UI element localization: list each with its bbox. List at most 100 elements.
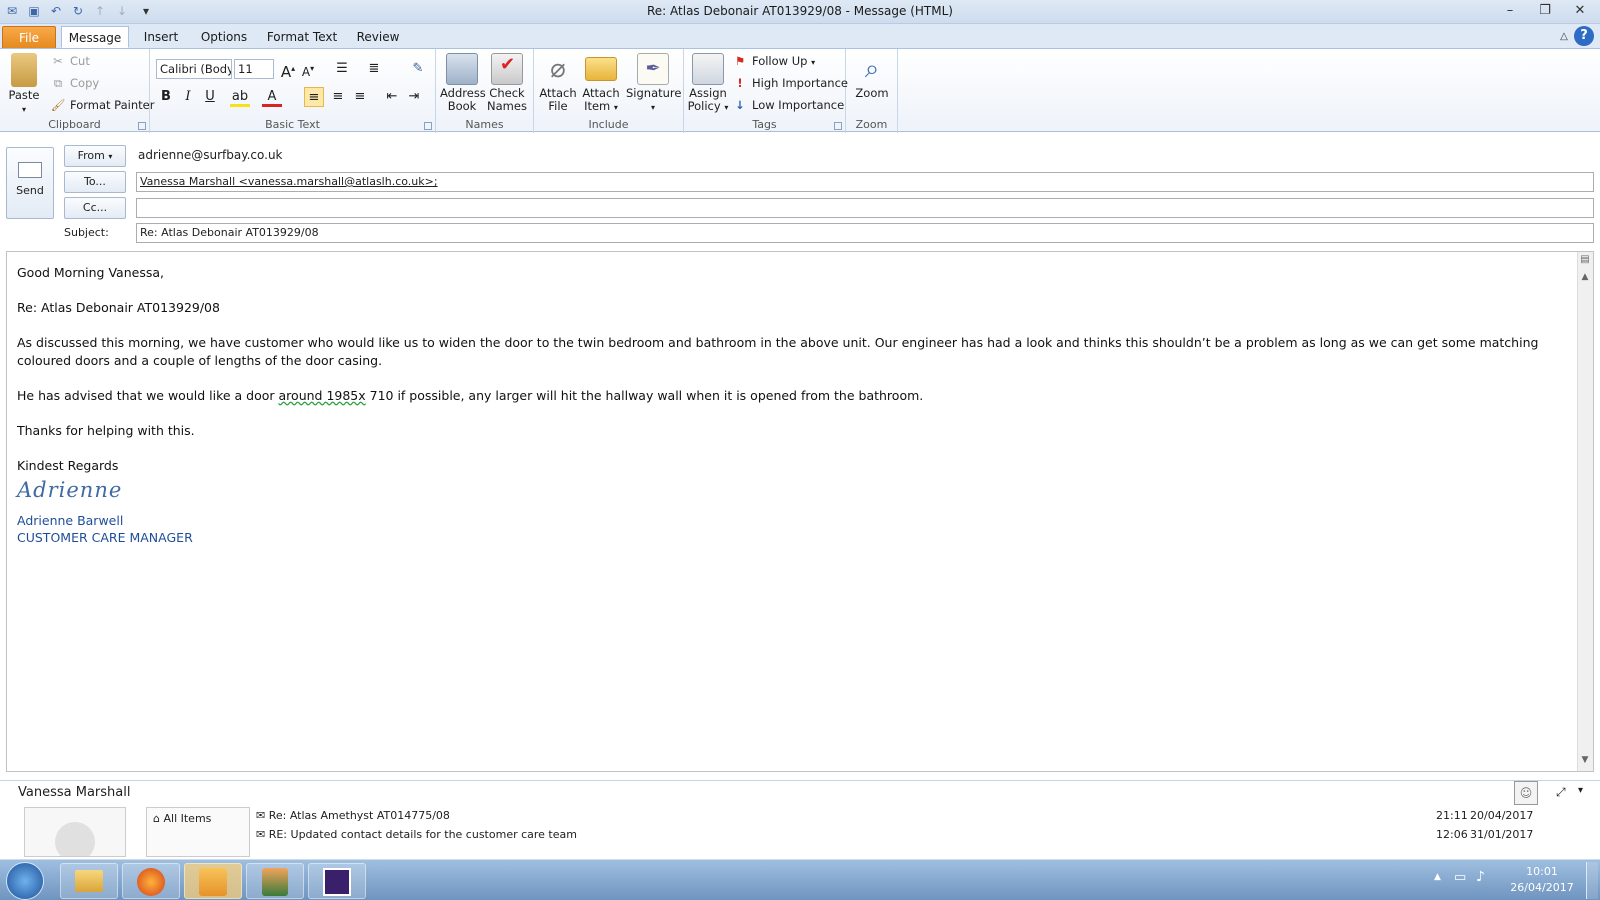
zoom-label: Zoom [855, 118, 888, 131]
signature-button[interactable]: ✒ Signature ▾ [626, 53, 681, 114]
collapse-pane-icon[interactable]: ▾ [1578, 785, 1583, 796]
cc-button[interactable]: Cc... [64, 197, 126, 219]
expand-pane-icon[interactable]: ⤢ [1556, 785, 1566, 800]
message-text[interactable]: Good Morning Vanessa, Re: Atlas Debonair… [17, 264, 1567, 547]
format-painter-button[interactable]: 🖌 Format Painter [50, 95, 155, 115]
firefox-taskbar-icon[interactable] [122, 863, 180, 899]
grow-font-icon[interactable]: A▴ [278, 59, 298, 81]
envelope-icon [585, 57, 617, 81]
signature-title: CUSTOMER CARE MANAGER [17, 530, 193, 545]
send-button[interactable]: Send [6, 147, 54, 219]
shrink-font-icon[interactable]: A▾ [298, 59, 318, 79]
explorer-taskbar-icon[interactable] [60, 863, 118, 899]
minimize-ribbon-icon[interactable]: △ [1552, 28, 1576, 46]
all-items-filter[interactable]: ⌂ All Items [147, 808, 249, 825]
attach-item-button[interactable]: Attach Item ▾ [580, 53, 622, 114]
window-title: Re: Atlas Debonair AT013929/08 - Message… [647, 4, 953, 18]
subject-field[interactable]: Re: Atlas Debonair AT013929/08 [136, 223, 1594, 243]
ruler-toggle-icon[interactable]: ▤ [1578, 254, 1592, 268]
policy-icon [692, 53, 724, 85]
paperclip-icon: ⌀ [550, 54, 566, 84]
highlight-icon[interactable]: ab [230, 87, 250, 107]
tab-format-text[interactable]: Format Text [262, 26, 342, 48]
tab-review[interactable]: Review [350, 26, 406, 48]
cut-button[interactable]: ✂ Cut [50, 51, 90, 71]
assign-policy-button[interactable]: Assign Policy ▾ [686, 53, 730, 114]
font-size-combo[interactable]: 11 [234, 59, 274, 79]
tab-options[interactable]: Options [196, 26, 252, 48]
person-icon[interactable]: ☺ [1514, 781, 1538, 805]
copy-button[interactable]: ⧉ Copy [50, 73, 99, 93]
high-importance-button[interactable]: ! High Importance [732, 73, 848, 93]
zoom-button[interactable]: ⌕ Zoom [850, 53, 894, 100]
check-names-icon: ✔ [491, 53, 523, 85]
ribbon-tabs: File Message Insert Options Format Text … [0, 24, 1600, 48]
help-icon[interactable]: ? [1574, 26, 1594, 46]
font-color-icon[interactable]: A [262, 87, 282, 107]
align-center-icon[interactable]: ≡ [328, 87, 348, 107]
close-button[interactable]: ✕ [1568, 2, 1592, 20]
exclamation-icon: ! [737, 76, 743, 90]
scroll-down-icon[interactable]: ▼ [1578, 755, 1592, 769]
tags-label: Tags [752, 118, 777, 131]
outlook-taskbar-icon[interactable] [184, 863, 242, 899]
styles-icon[interactable]: ✎ [408, 59, 428, 79]
include-group: ⌀ Attach File Attach Item ▾ ✒ Signature ▾… [534, 49, 684, 133]
calendar-taskbar-icon[interactable] [308, 863, 366, 899]
volume-icon[interactable]: ♪ [1476, 869, 1485, 885]
attach-file-button[interactable]: ⌀ Attach File [536, 53, 580, 113]
check-names-button[interactable]: ✔ Check Names [486, 53, 528, 113]
list-item[interactable]: ✉ RE: Updated contact details for the cu… [256, 828, 1572, 847]
align-right-icon[interactable]: ≡ [350, 87, 370, 107]
to-field[interactable]: Vanessa Marshall <vanessa.marshall@atlas… [136, 172, 1594, 192]
people-pane-name: Vanessa Marshall [18, 785, 131, 800]
clipboard-launcher-icon[interactable] [138, 122, 146, 130]
home-icon: ⌂ [153, 812, 160, 825]
people-item-list: ✉ Re: Atlas Amethyst AT014775/08 21:11 2… [256, 809, 1572, 847]
paragraph-1: As discussed this morning, we have custo… [17, 335, 1539, 368]
increase-indent-icon[interactable]: ⇥ [404, 87, 424, 107]
numbering-icon[interactable]: ≣ [364, 59, 384, 79]
underline-button[interactable]: U [200, 87, 220, 107]
signature-name: Adrienne Barwell [17, 512, 124, 528]
network-icon[interactable]: ▭ [1454, 870, 1466, 885]
body-scrollbar[interactable]: ▤ ▲ ▼ [1577, 252, 1593, 771]
align-left-icon[interactable]: ≡ [304, 87, 324, 107]
address-book-button[interactable]: Address Book [440, 53, 486, 113]
item-filter-list: ⌂ All Items [146, 807, 250, 857]
from-button[interactable]: From ▾ [64, 145, 126, 167]
from-value: adrienne@surfbay.co.uk [138, 148, 283, 162]
show-hidden-icons[interactable]: ▲ [1434, 872, 1441, 882]
restore-button[interactable]: ❐ [1533, 2, 1557, 20]
copy-icon: ⧉ [53, 76, 63, 90]
low-importance-button[interactable]: ↓ Low Importance [732, 95, 844, 115]
tab-file[interactable]: File [2, 26, 56, 48]
bold-button[interactable]: B [156, 87, 176, 107]
start-button[interactable] [6, 862, 44, 900]
tags-group: Assign Policy ▾ ⚑ Follow Up ▾ ! High Impor… [684, 49, 848, 133]
tab-insert[interactable]: Insert [136, 26, 186, 48]
clock[interactable]: 10:01 26/04/2017 [1510, 864, 1574, 896]
italic-button[interactable]: I [178, 87, 198, 107]
message-body[interactable]: Good Morning Vanessa, Re: Atlas Debonair… [6, 251, 1594, 772]
cc-field[interactable] [136, 198, 1594, 218]
paste-button[interactable]: Paste ▾ [4, 53, 44, 116]
bullets-icon[interactable]: ☰ [332, 59, 352, 79]
contacts-taskbar-icon[interactable] [246, 863, 304, 899]
show-desktop-button[interactable] [1586, 862, 1598, 899]
tags-launcher-icon[interactable] [834, 122, 842, 130]
script-signature: Adrienne [17, 478, 123, 502]
follow-up-button[interactable]: ⚑ Follow Up ▾ [732, 51, 815, 71]
title-bar: ✉ ▣ ↶ ↻ ↑ ↓ ▾ Re: Atlas Debonair AT01392… [0, 0, 1600, 24]
font-name-combo[interactable]: Calibri (Body) [156, 59, 232, 79]
mail-icon: ✉ [256, 828, 266, 841]
decrease-indent-icon[interactable]: ⇤ [382, 87, 402, 107]
to-button[interactable]: To... [64, 171, 126, 193]
spelling-flag: around 1985x [278, 387, 366, 403]
basic-text-launcher-icon[interactable] [424, 122, 432, 130]
minimize-button[interactable]: – [1498, 2, 1522, 20]
list-item[interactable]: ✉ Re: Atlas Amethyst AT014775/08 21:11 2… [256, 809, 1572, 828]
signature-icon: ✒ [637, 53, 669, 85]
scroll-up-icon[interactable]: ▲ [1578, 272, 1592, 286]
tab-message[interactable]: Message [61, 26, 129, 48]
